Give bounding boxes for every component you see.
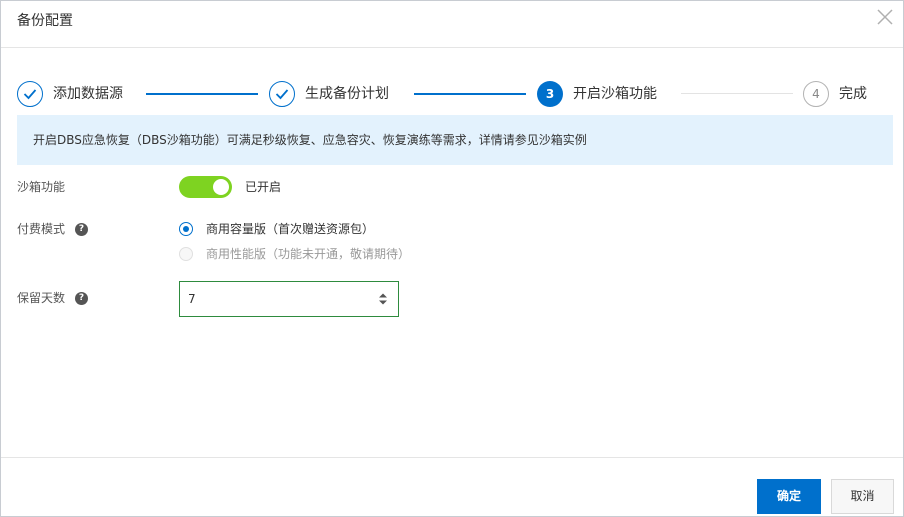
retention-label: 保留天数 ? (17, 289, 89, 307)
toggle-knob (213, 179, 229, 195)
sandbox-label: 沙箱功能 (17, 178, 65, 196)
cancel-button[interactable]: 取消 (831, 479, 894, 514)
backup-config-dialog: 备份配置 添加数据源 生成备份计划 3 开启沙箱功能 4 完成 开启DBS应急恢… (0, 0, 904, 517)
step-number: 4 (803, 81, 829, 107)
step-generate-plan: 生成备份计划 (269, 80, 389, 108)
help-icon[interactable]: ? (75, 291, 89, 305)
help-icon[interactable]: ? (75, 222, 89, 236)
billing-option-performance: 商用性能版（功能未开通，敬请期待） (179, 245, 410, 263)
radio-button (179, 247, 193, 261)
step-connector (146, 93, 258, 95)
radio-label: 商用容量版（首次赠送资源包） (206, 222, 375, 236)
retention-days-value[interactable]: 7 (188, 282, 196, 316)
step-label: 开启沙箱功能 (573, 86, 657, 102)
confirm-button[interactable]: 确定 (757, 479, 821, 514)
sandbox-label-text: 沙箱功能 (17, 180, 66, 194)
check-icon (269, 81, 295, 107)
dialog-title: 备份配置 (17, 13, 73, 29)
retention-days-input[interactable]: 7 (179, 281, 399, 317)
step-add-datasource: 添加数据源 (17, 80, 123, 108)
step-label: 完成 (839, 86, 867, 102)
sandbox-toggle[interactable] (179, 176, 232, 198)
check-icon (17, 81, 43, 107)
sandbox-status: 已开启 (245, 180, 282, 194)
step-label: 添加数据源 (53, 86, 123, 102)
title-divider (1, 47, 903, 48)
close-icon[interactable] (875, 7, 895, 27)
billing-option-capacity[interactable]: 商用容量版（首次赠送资源包） (179, 220, 374, 238)
retention-label-text: 保留天数 (17, 291, 66, 305)
radio-label: 商用性能版（功能未开通，敬请期待） (206, 247, 411, 261)
billing-label: 付费模式 ? (17, 220, 89, 238)
billing-label-text: 付费模式 (17, 222, 66, 236)
radio-button[interactable] (179, 222, 193, 236)
sandbox-notice: 开启DBS应急恢复（DBS沙箱功能）可满足秒级恢复、应急容灾、恢复演练等需求，详… (17, 115, 893, 165)
step-label: 生成备份计划 (305, 86, 389, 102)
step-connector (414, 93, 526, 95)
footer-divider (1, 457, 903, 458)
stepper-icon[interactable] (378, 292, 388, 306)
step-number: 3 (537, 81, 563, 107)
step-complete: 4 完成 (803, 80, 867, 108)
step-enable-sandbox: 3 开启沙箱功能 (537, 80, 657, 108)
step-connector (681, 93, 793, 94)
